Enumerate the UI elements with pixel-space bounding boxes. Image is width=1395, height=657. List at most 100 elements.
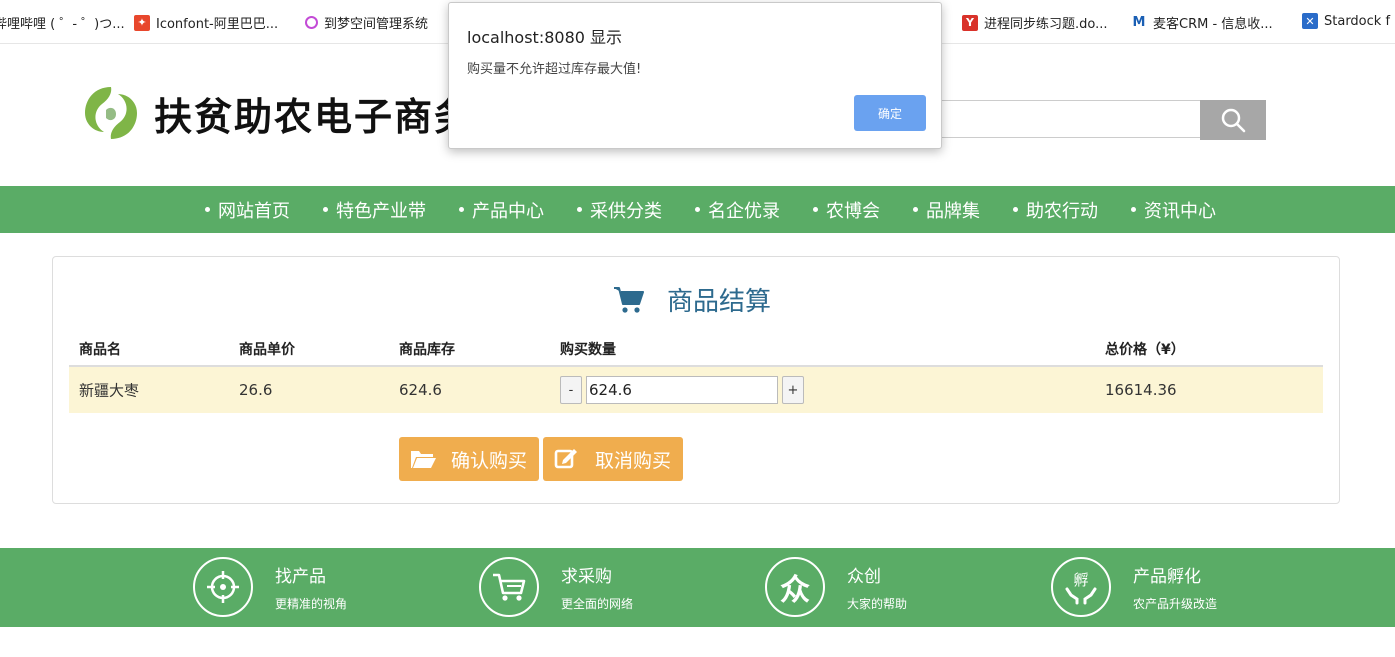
bullet-icon xyxy=(695,207,700,212)
search-button[interactable] xyxy=(1200,100,1266,140)
bullet-icon xyxy=(205,207,210,212)
column-header-stock: 商品库存 xyxy=(399,342,455,358)
nav-item-home[interactable]: 网站首页 xyxy=(205,197,290,223)
nav-label: 名企优录 xyxy=(708,200,780,222)
decrease-button[interactable]: - xyxy=(560,376,582,404)
hands-icon: 孵 xyxy=(1051,557,1111,617)
nav-label: 特色产业带 xyxy=(336,200,426,222)
increase-button[interactable]: + xyxy=(782,376,804,404)
feature-title: 产品孵化 xyxy=(1133,567,1201,587)
bookmark-label: 到梦空间管理系统 xyxy=(324,17,429,32)
bullet-icon xyxy=(1013,207,1018,212)
bullet-icon xyxy=(913,207,918,212)
footer-features: 找产品 更精准的视角 求采购 更全面的网络 众 众创 大家的帮助 孵 产品孵化 … xyxy=(0,548,1395,627)
checkout-panel: 商品结算 商品名 商品单价 商品库存 购买数量 总价格（¥） 新疆大枣 26.6… xyxy=(52,256,1340,504)
nav-item-actions[interactable]: 助农行动 xyxy=(1013,197,1098,223)
bookmark-label: Stardock f xyxy=(1324,13,1391,29)
edit-icon xyxy=(554,449,578,469)
checkout-actions: 确认购买 取消购买 xyxy=(399,437,684,481)
table-header: 商品名 商品单价 商品库存 购买数量 总价格（¥） xyxy=(69,333,1323,367)
stardock-icon: ✕ xyxy=(1302,13,1318,29)
search-icon xyxy=(1221,108,1246,133)
alert-dialog: localhost:8080 显示 购买量不允许超过库存最大值! 确定 xyxy=(448,2,942,149)
bookmark-label: Iconfont-阿里巴巴... xyxy=(156,17,279,32)
product-price: 26.6 xyxy=(239,381,273,399)
feature-subtitle: 农产品升级改造 xyxy=(1133,597,1218,611)
iconfont-icon: ✦ xyxy=(134,14,150,31)
nav-label: 农博会 xyxy=(826,200,880,222)
confirm-purchase-button[interactable]: 确认购买 xyxy=(399,437,540,481)
bookmark-document[interactable]: Y 进程同步练习题.do... xyxy=(962,13,1108,32)
main-nav: 网站首页 特色产业带 产品中心 采供分类 名企优录 农博会 品牌集 助农行动 资… xyxy=(0,186,1395,233)
folder-open-icon xyxy=(411,451,436,468)
feature-title: 求采购 xyxy=(561,567,612,587)
site-header-logo[interactable]: 扶贫助农电子商务 xyxy=(82,84,474,142)
table-row: 新疆大枣 26.6 624.6 - + 16614.36 xyxy=(69,367,1323,413)
bookmark-crm[interactable]: M 麦客CRM - 信息收... xyxy=(1131,13,1273,32)
target-icon xyxy=(193,557,253,617)
nav-item-industry-belt[interactable]: 特色产业带 xyxy=(323,197,426,223)
feature-title: 找产品 xyxy=(275,567,326,587)
bookmark-dream-space[interactable]: 到梦空间管理系统 xyxy=(305,13,428,32)
nav-label: 产品中心 xyxy=(472,200,544,222)
nav-item-categories[interactable]: 采供分类 xyxy=(577,197,662,223)
bookmark-label: 进程同步练习题.do... xyxy=(984,17,1108,32)
cancel-purchase-label: 取消购买 xyxy=(595,449,672,472)
column-header-price: 商品单价 xyxy=(239,342,295,358)
search-bar xyxy=(930,100,1266,140)
nav-item-products[interactable]: 产品中心 xyxy=(459,197,544,223)
document-icon: Y xyxy=(962,14,978,31)
bullet-icon xyxy=(813,207,818,212)
column-header-qty: 购买数量 xyxy=(560,342,616,358)
search-input[interactable] xyxy=(930,100,1200,138)
bullet-icon xyxy=(577,207,582,212)
nav-item-companies[interactable]: 名企优录 xyxy=(695,197,780,223)
shopping-cart-icon xyxy=(614,286,644,313)
site-title: 扶贫助农电子商务 xyxy=(154,94,475,139)
bullet-icon xyxy=(1131,207,1136,212)
cart-icon xyxy=(479,557,539,617)
bookmark-iconfont[interactable]: ✦ Iconfont-阿里巴巴... xyxy=(134,13,278,32)
feature-subtitle: 更精准的视角 xyxy=(275,597,348,611)
cancel-purchase-button[interactable]: 取消购买 xyxy=(543,437,684,481)
feature-find-products[interactable]: 找产品 更精准的视角 xyxy=(193,557,347,617)
crm-icon: M xyxy=(1131,14,1147,31)
column-header-total: 总价格（¥） xyxy=(1105,342,1185,358)
bookmark-label: 麦客CRM - 信息收... xyxy=(1153,17,1273,32)
people-icon: 众 xyxy=(765,557,825,617)
feature-title: 众创 xyxy=(847,567,881,587)
feature-crowd-innovation[interactable]: 众 众创 大家的帮助 xyxy=(765,557,907,617)
nav-label: 助农行动 xyxy=(1026,200,1098,222)
ok-button[interactable]: 确定 xyxy=(854,95,926,131)
feature-subtitle: 更全面的网络 xyxy=(561,597,634,611)
people-glyph: 众 xyxy=(780,573,810,608)
feature-procurement[interactable]: 求采购 更全面的网络 xyxy=(479,557,633,617)
nav-label: 网站首页 xyxy=(218,200,290,222)
quantity-stepper: - + xyxy=(560,376,804,404)
checkout-title-text: 商品结算 xyxy=(667,287,772,317)
nav-item-expo[interactable]: 农博会 xyxy=(813,197,880,223)
confirm-purchase-label: 确认购买 xyxy=(451,449,528,472)
nav-item-brands[interactable]: 品牌集 xyxy=(913,197,980,223)
feature-subtitle: 大家的帮助 xyxy=(847,597,908,611)
bookmark-stardock[interactable]: ✕ Stardock f xyxy=(1302,13,1390,29)
total-price: 16614.36 xyxy=(1105,381,1177,399)
bookmark-bilibili[interactable]: 哔哩哔哩 ( ゜- ゜)つ... xyxy=(0,13,125,32)
bullet-icon xyxy=(323,207,328,212)
incubation-glyph: 孵 xyxy=(1073,571,1088,589)
bullet-icon xyxy=(459,207,464,212)
leaf-logo-icon xyxy=(84,86,138,140)
quantity-input[interactable] xyxy=(586,376,778,404)
column-header-name: 商品名 xyxy=(79,342,121,358)
product-stock: 624.6 xyxy=(399,381,442,399)
nav-label: 采供分类 xyxy=(590,200,662,222)
feature-incubation[interactable]: 孵 产品孵化 农产品升级改造 xyxy=(1051,557,1217,617)
dialog-message: 购买量不允许超过库存最大值! xyxy=(467,62,642,77)
product-name: 新疆大枣 xyxy=(79,381,140,400)
nav-label: 资讯中心 xyxy=(1144,200,1216,222)
nav-label: 品牌集 xyxy=(926,200,980,222)
bookmark-label: 哔哩哔哩 ( ゜- ゜)つ... xyxy=(0,17,125,32)
checkout-title: 商品结算 xyxy=(613,281,771,318)
nav-item-news[interactable]: 资讯中心 xyxy=(1131,197,1216,223)
dream-space-icon xyxy=(305,16,318,29)
